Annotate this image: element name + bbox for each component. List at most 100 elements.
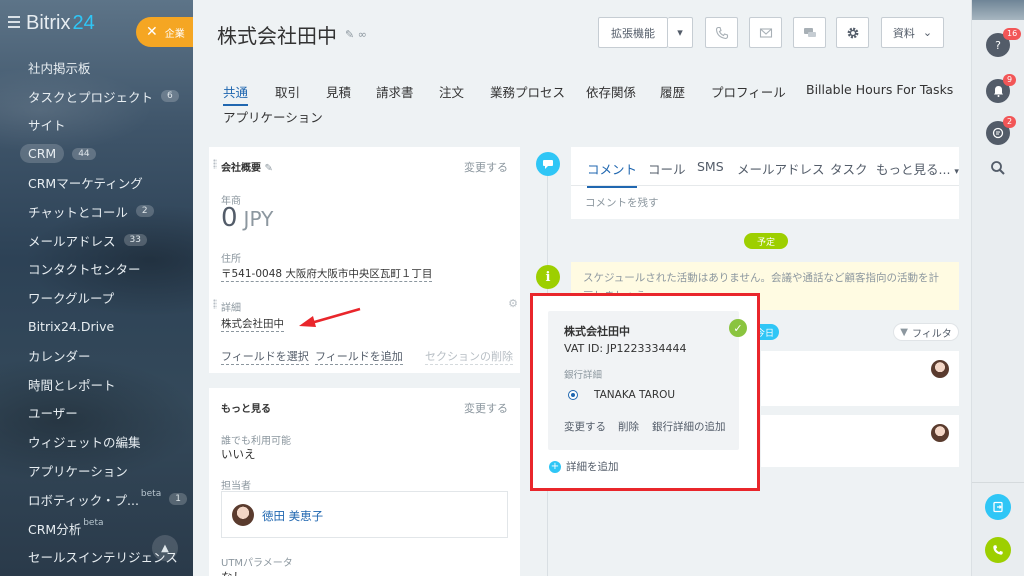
- count-badge: 44: [72, 147, 96, 160]
- filter-label: フィルタ: [911, 328, 952, 340]
- sidebar-item-chat[interactable]: チャットとコール 2: [0, 197, 193, 226]
- sidebar-item-time-reports[interactable]: 時間とレポート: [0, 370, 193, 399]
- filter-button[interactable]: ▼ フィルタ: [893, 323, 959, 341]
- comment-input[interactable]: コメントを残す: [585, 195, 659, 210]
- bank-radio[interactable]: [568, 390, 578, 400]
- responsible-box[interactable]: 徳田 美恵子: [221, 491, 508, 538]
- company-button-label: 企業: [164, 28, 185, 40]
- sidebar-item-applications[interactable]: アプリケーション: [0, 456, 193, 485]
- tab-common[interactable]: 共通: [223, 82, 249, 106]
- details-value[interactable]: 株式会社田中: [221, 316, 284, 332]
- comment-bubble-icon: [536, 152, 560, 176]
- sidebar-item-drive[interactable]: Bitrix24.Drive: [0, 312, 193, 341]
- gear-icon[interactable]: ⚙: [508, 297, 518, 310]
- more-card: もっと見る 変更する 誰でも利用可能 いいえ 担当者 徳田 美恵子 UTMパラメ…: [209, 388, 520, 576]
- close-icon[interactable]: ✕: [146, 24, 158, 40]
- popup-delete-link[interactable]: 削除: [618, 419, 639, 434]
- sidebar-item-label: ユーザー: [28, 406, 78, 422]
- documents-button[interactable]: 資料 ⌄: [881, 17, 944, 48]
- envelope-icon: [759, 27, 772, 38]
- bell-icon[interactable]: 9: [986, 74, 1017, 103]
- add-field-link[interactable]: フィールドを追加: [315, 348, 403, 365]
- sidebar-item-crm-marketing[interactable]: CRMマーケティング: [0, 168, 193, 197]
- sidebar-item-label: 社内掲示板: [28, 60, 91, 76]
- sidebar-item-label: メールアドレス: [28, 233, 116, 249]
- caret-down-icon: ▾: [954, 167, 959, 177]
- tab-profile[interactable]: プロフィール: [711, 82, 786, 101]
- sidebar-item-widgets[interactable]: ウィジェットの編集: [0, 427, 193, 456]
- sidebar-item-news[interactable]: 社内掲示板: [0, 53, 193, 82]
- change-link[interactable]: 変更する: [464, 159, 508, 175]
- sidebar-item-label: ワークグループ: [28, 291, 115, 307]
- sidebar-item-crm[interactable]: CRM 44: [0, 139, 193, 168]
- sidebar-item-users[interactable]: ユーザー: [0, 399, 193, 428]
- sidebar-item-tasks[interactable]: タスクとプロジェクト 6: [0, 82, 193, 111]
- add-detail-button[interactable]: + 詳細を追加: [549, 459, 619, 474]
- tab-deals[interactable]: 取引: [275, 82, 300, 101]
- main-content: 株式会社田中 ✎ ∞ 拡張機能 ▾ 資料 ⌄ 共通 取引 見積 請求書 注文 業務…: [193, 0, 971, 576]
- bank-option[interactable]: TANAKA TAROU: [594, 389, 675, 401]
- popup-vat: VAT ID: JP1223334444: [564, 342, 687, 355]
- count-badge: 2: [135, 205, 154, 218]
- sidebar-item-contact-center[interactable]: コンタクトセンター: [0, 255, 193, 284]
- pencil-icon[interactable]: ✎: [264, 163, 272, 174]
- tab-invoices[interactable]: 請求書: [376, 82, 414, 101]
- tab-orders[interactable]: 注文: [439, 82, 464, 101]
- title-bar: 株式会社田中 ✎ ∞ 拡張機能 ▾ 資料 ⌄: [193, 0, 971, 64]
- email-button[interactable]: [749, 17, 782, 48]
- more-label: もっと見る...: [876, 162, 951, 177]
- change-link[interactable]: 変更する: [464, 400, 508, 416]
- company-overview-card: 会社概要 ✎ 変更する 年商 0 JPY 住所 〒541-0048 大阪府大阪市中…: [209, 147, 520, 373]
- tab-billable-hours[interactable]: Billable Hours For Tasks: [806, 82, 953, 97]
- select-field-link[interactable]: フィールドを選択: [221, 348, 309, 365]
- phone-icon[interactable]: [985, 537, 1011, 563]
- tab-email[interactable]: メールアドレス: [737, 159, 825, 178]
- extensions-button[interactable]: 拡張機能: [598, 17, 668, 48]
- address-value[interactable]: 〒541-0048 大阪府大阪市中央区瓦町１丁目: [221, 266, 433, 282]
- screen-share-icon[interactable]: [985, 494, 1011, 520]
- sidebar-item-workgroups[interactable]: ワークグループ: [0, 283, 193, 312]
- sidebar-item-mail[interactable]: メールアドレス 33: [0, 226, 193, 255]
- settings-button[interactable]: [836, 17, 869, 48]
- menu-icon[interactable]: [8, 16, 20, 28]
- sidebar-item-calendar[interactable]: カレンダー: [0, 341, 193, 370]
- sidebar-item-label: 時間とレポート: [28, 377, 116, 393]
- tab-applications[interactable]: アプリケーション: [223, 107, 323, 126]
- sidebar-item-rpa[interactable]: ロボティック・プ... beta 1: [0, 485, 193, 514]
- sidebar-item-label: カレンダー: [28, 348, 91, 364]
- logo-text: Bitrix: [26, 12, 71, 34]
- link-icon[interactable]: ∞: [358, 28, 367, 41]
- tab-task[interactable]: タスク: [830, 159, 868, 178]
- company-button[interactable]: ✕ 企業: [136, 17, 198, 47]
- search-icon[interactable]: [990, 160, 1006, 180]
- tab-call[interactable]: コール: [648, 159, 686, 178]
- sidebar-item-sites[interactable]: サイト: [0, 111, 193, 140]
- available-label: 誰でも利用可能: [221, 436, 291, 447]
- messages-icon[interactable]: 2: [986, 116, 1017, 145]
- popup-change-link[interactable]: 変更する: [564, 419, 606, 434]
- tab-sms[interactable]: SMS: [697, 159, 724, 174]
- entity-tabs: 共通 取引 見積 請求書 注文 業務プロセス 依存関係 履歴 プロフィール Bi…: [193, 72, 971, 132]
- add-bank-details-link[interactable]: 銀行詳細の追加: [652, 419, 726, 434]
- delete-section-link[interactable]: セクションの削除: [425, 348, 513, 365]
- tab-history[interactable]: 履歴: [660, 82, 685, 101]
- extensions-dropdown[interactable]: ▾: [668, 17, 693, 48]
- drag-handle-icon[interactable]: [213, 159, 217, 169]
- call-button[interactable]: [705, 17, 738, 48]
- history-item[interactable]: [761, 351, 959, 406]
- responsible-name[interactable]: 徳田 美恵子: [262, 508, 323, 524]
- tab-comment[interactable]: コメント: [587, 159, 638, 188]
- chat-button[interactable]: [793, 17, 826, 48]
- history-item[interactable]: [761, 415, 959, 467]
- scroll-up-icon[interactable]: ▲: [152, 535, 178, 561]
- tab-dependencies[interactable]: 依存関係: [586, 82, 636, 101]
- bitrix-logo[interactable]: Bitrix 24: [26, 12, 95, 35]
- drag-handle-icon[interactable]: [213, 299, 217, 309]
- help-icon[interactable]: ? 16: [986, 28, 1022, 57]
- details-label: 詳細: [221, 303, 241, 314]
- tab-more[interactable]: もっと見る... ▾: [876, 159, 959, 178]
- pencil-icon[interactable]: ✎: [345, 28, 354, 41]
- tab-business-processes[interactable]: 業務プロセス: [490, 82, 565, 101]
- tab-quotes[interactable]: 見積: [326, 82, 351, 101]
- sidebar-item-label: チャットとコール: [28, 204, 128, 220]
